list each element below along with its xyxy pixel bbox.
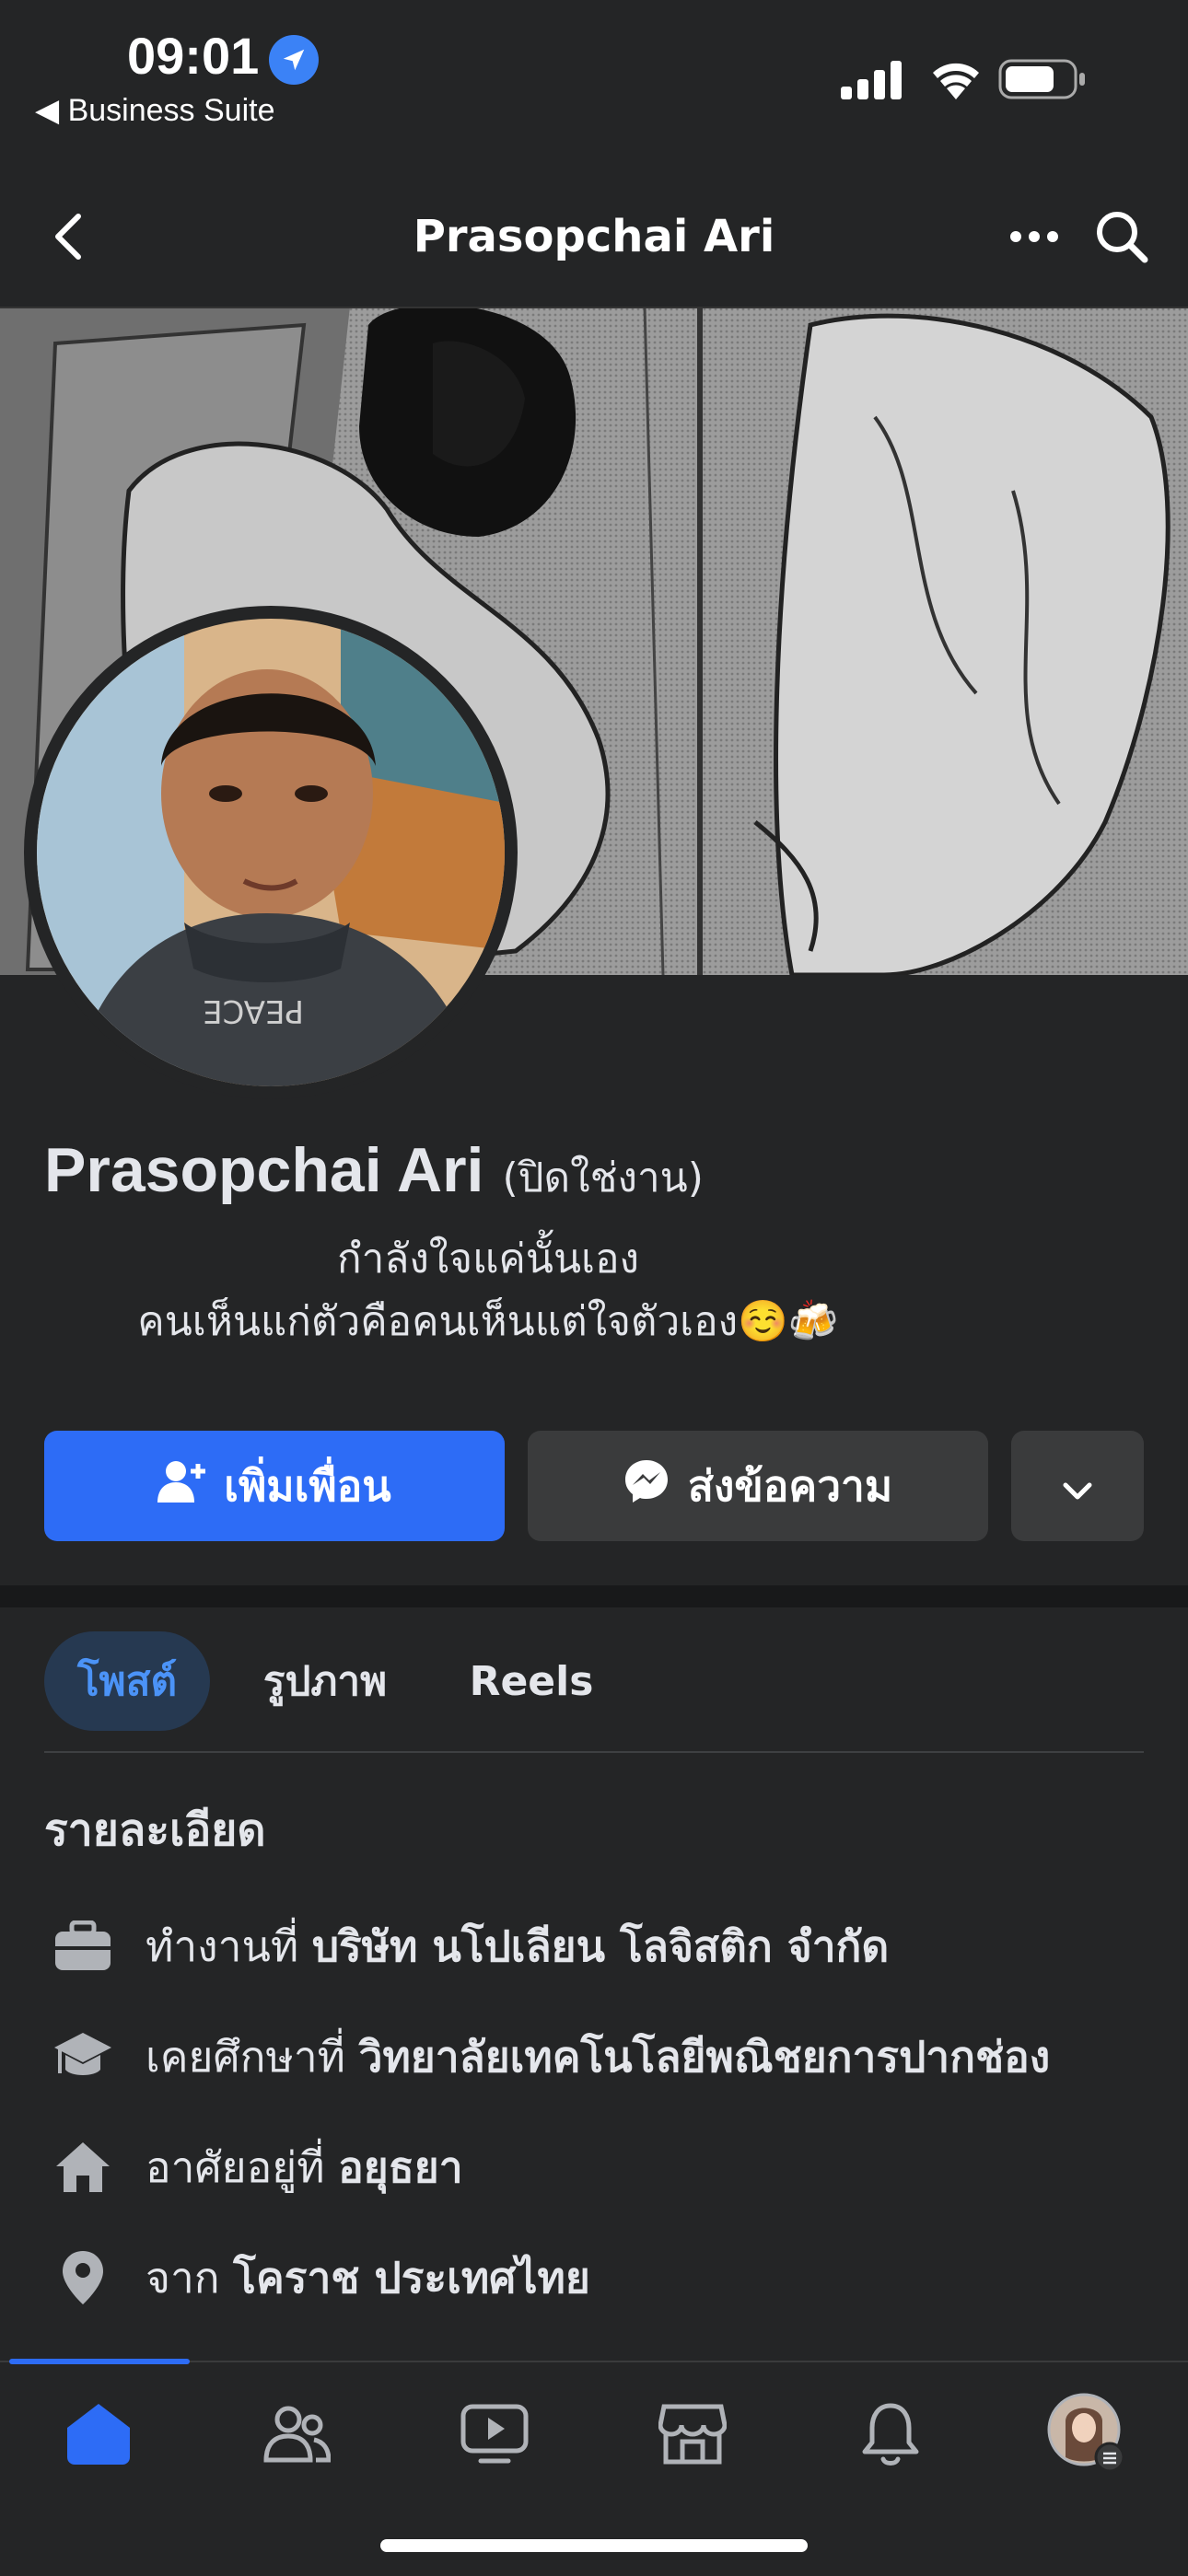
section-divider [0,1585,1188,1607]
wifi-icon [928,57,984,103]
search-icon[interactable] [1091,204,1152,269]
marketplace-icon[interactable] [633,2390,752,2478]
more-options-icon[interactable] [1004,204,1065,269]
tab-posts[interactable]: โพสต์ [44,1631,210,1731]
graduation-cap-icon [48,2022,118,2092]
detail-from-text: จาก โคราช ประเทศไทย [146,2252,590,2303]
notifications-icon[interactable] [831,2390,950,2478]
tab-reels[interactable]: Reels [451,1631,611,1731]
home-indicator[interactable] [380,2539,808,2552]
battery-icon [998,59,1087,103]
send-message-button[interactable]: ส่งข้อความ [528,1431,988,1541]
profile-name-row: Prasopchai Ari (ปิดใช่งาน) [44,1134,704,1210]
detail-education-text: เคยศึกษาที่ วิทยาลัยเทคโนโลยีพณิชยการปาก… [146,2031,1051,2082]
home-icon [48,2132,118,2202]
chevron-down-icon [1063,1461,1092,1511]
cellular-signal-icon [841,61,903,103]
bio-line-2: คนเห็นแก่ตัวคือคนเห็นแต่ใจตัวเอง☺️🍻 [137,1298,839,1345]
profile-bio: กำลังใจแค่นั้นเอง คนเห็นแก่ตัวคือคนเห็นแ… [0,1228,976,1353]
friends-icon[interactable] [237,2390,356,2478]
add-friend-icon [157,1460,206,1513]
briefcase-icon [48,1911,118,1981]
location-pin-icon [48,2243,118,2313]
detail-lives-in: อาศัยอยู่ที่ อยุธยา [48,2132,463,2202]
tab-photos[interactable]: รูปภาพ [238,1631,413,1731]
add-friend-button[interactable]: เพิ่มเพื่อน [44,1431,505,1541]
status-time: 09:01 [127,27,260,85]
profile-avatar[interactable]: PEACE [37,619,505,1086]
tabs-divider [44,1751,1144,1753]
home-icon[interactable] [39,2390,158,2478]
nav-active-indicator [9,2359,190,2364]
video-icon[interactable] [435,2390,554,2478]
profile-status: (ปิดใช่งาน) [502,1155,704,1201]
bio-line-1: กำลังใจแค่นั้นเอง [337,1236,639,1282]
location-arrow-icon [269,35,319,85]
details-title: รายละเอียด [44,1804,266,1856]
detail-from: จาก โคราช ประเทศไทย [48,2243,590,2313]
detail-education: เคยศึกษาที่ วิทยาลัยเทคโนโลยีพณิชยการปาก… [48,2022,1050,2092]
profile-name: Prasopchai Ari [44,1135,484,1205]
more-actions-button[interactable] [1011,1431,1144,1541]
svg-text:PEACE: PEACE [203,992,304,1029]
back-to-app-link[interactable]: ◀ Business Suite [35,92,275,129]
detail-lives-in-text: อาศัยอยู่ที่ อยุธยา [146,2141,463,2192]
add-friend-label: เพิ่มเพื่อน [224,1460,391,1511]
detail-work: ทำงานที่ บริษัท นโปเลียน โลจิสติก จำกัด [48,1911,889,1981]
detail-work-text: ทำงานที่ บริษัท นโปเลียน โลจิสติก จำกัด [146,1920,890,1971]
send-message-label: ส่งข้อความ [687,1460,893,1511]
profile-menu-icon[interactable] [1029,2390,1148,2478]
messenger-icon [623,1458,670,1514]
